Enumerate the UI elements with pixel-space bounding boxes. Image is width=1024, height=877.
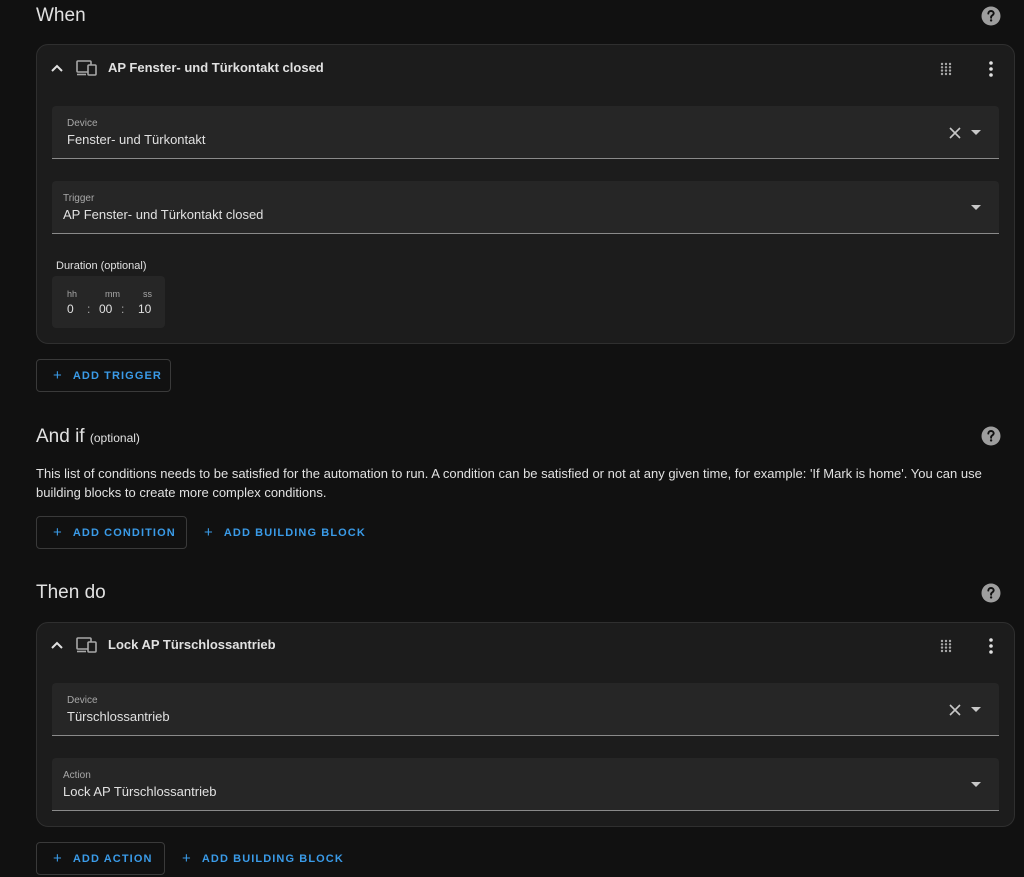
- conditions-description: This list of conditions needs to be sati…: [36, 466, 982, 500]
- duration-input[interactable]: hh mm ss 0 : 00 : 10: [52, 276, 165, 328]
- add-action-label: ADD ACTION: [72, 852, 153, 865]
- add-building-block-button[interactable]: + ADD BUILDING BLOCK: [182, 842, 344, 875]
- and-if-title: And if: [36, 426, 85, 447]
- trigger-value: AP Fenster- und Türkontakt closed: [63, 207, 264, 222]
- minutes-label: mm: [105, 289, 120, 299]
- then-do-section-title: Then do: [36, 582, 106, 603]
- add-building-block-label: ADD BUILDING BLOCK: [223, 526, 366, 539]
- action-label: Action: [63, 770, 91, 781]
- help-icon[interactable]: [981, 6, 1001, 26]
- seconds-value[interactable]: 10: [138, 302, 151, 316]
- action-select[interactable]: Action Lock AP Türschlossantrieb: [52, 758, 999, 811]
- plus-icon: +: [53, 367, 63, 384]
- overflow-menu-icon[interactable]: [987, 638, 995, 654]
- chevron-up-icon[interactable]: [50, 640, 64, 650]
- hours-label: hh: [67, 289, 78, 299]
- time-separator: :: [121, 302, 125, 316]
- chevron-up-icon[interactable]: [50, 63, 64, 73]
- time-separator: :: [87, 302, 91, 316]
- plus-icon: +: [53, 850, 63, 867]
- add-condition-label: ADD CONDITION: [72, 526, 176, 539]
- seconds-label: ss: [143, 289, 152, 299]
- drag-handle-icon[interactable]: [940, 639, 952, 653]
- minutes-value[interactable]: 00: [99, 302, 112, 316]
- trigger-card-title[interactable]: AP Fenster- und Türkontakt closed: [108, 60, 324, 75]
- drag-handle-icon[interactable]: [940, 62, 952, 76]
- add-action-button[interactable]: + ADD ACTION: [36, 842, 165, 875]
- optional-label: (optional): [89, 431, 140, 445]
- device-select[interactable]: Device Fenster- und Türkontakt: [52, 106, 999, 159]
- duration-label: Duration (optional): [56, 260, 147, 272]
- add-building-block-button[interactable]: + ADD BUILDING BLOCK: [204, 516, 366, 549]
- dropdown-arrow-icon[interactable]: [971, 707, 981, 713]
- help-icon[interactable]: [981, 583, 1001, 603]
- trigger-label: Trigger: [63, 193, 95, 204]
- add-trigger-button[interactable]: + ADD TRIGGER: [36, 359, 171, 392]
- and-if-section-title: And if (optional): [36, 426, 140, 448]
- device-label: Device: [67, 118, 98, 129]
- device-icon: [76, 637, 97, 653]
- overflow-menu-icon[interactable]: [987, 61, 995, 77]
- clear-icon[interactable]: [949, 127, 961, 139]
- when-section-title: When: [36, 5, 86, 26]
- plus-icon: +: [204, 524, 214, 541]
- add-trigger-label: ADD TRIGGER: [72, 369, 162, 382]
- dropdown-arrow-icon[interactable]: [971, 782, 981, 788]
- plus-icon: +: [182, 850, 192, 867]
- device-select[interactable]: Device Türschlossantrieb: [52, 683, 999, 736]
- add-condition-button[interactable]: + ADD CONDITION: [36, 516, 187, 549]
- hours-value[interactable]: 0: [67, 302, 74, 316]
- device-label: Device: [67, 695, 98, 706]
- dropdown-arrow-icon[interactable]: [971, 130, 981, 136]
- help-icon[interactable]: [981, 426, 1001, 446]
- device-value: Türschlossantrieb: [67, 709, 170, 724]
- device-value: Fenster- und Türkontakt: [67, 132, 206, 147]
- plus-icon: +: [53, 524, 63, 541]
- action-card-title[interactable]: Lock AP Türschlossantrieb: [108, 637, 276, 652]
- trigger-card: AP Fenster- und Türkontakt closed Device…: [36, 44, 1015, 344]
- trigger-select[interactable]: Trigger AP Fenster- und Türkontakt close…: [52, 181, 999, 234]
- action-card: Lock AP Türschlossantrieb Device Türschl…: [36, 622, 1015, 827]
- device-icon: [76, 60, 97, 76]
- add-building-block-label: ADD BUILDING BLOCK: [201, 852, 344, 865]
- clear-icon[interactable]: [949, 704, 961, 716]
- dropdown-arrow-icon[interactable]: [971, 205, 981, 211]
- action-value: Lock AP Türschlossantrieb: [63, 784, 217, 799]
